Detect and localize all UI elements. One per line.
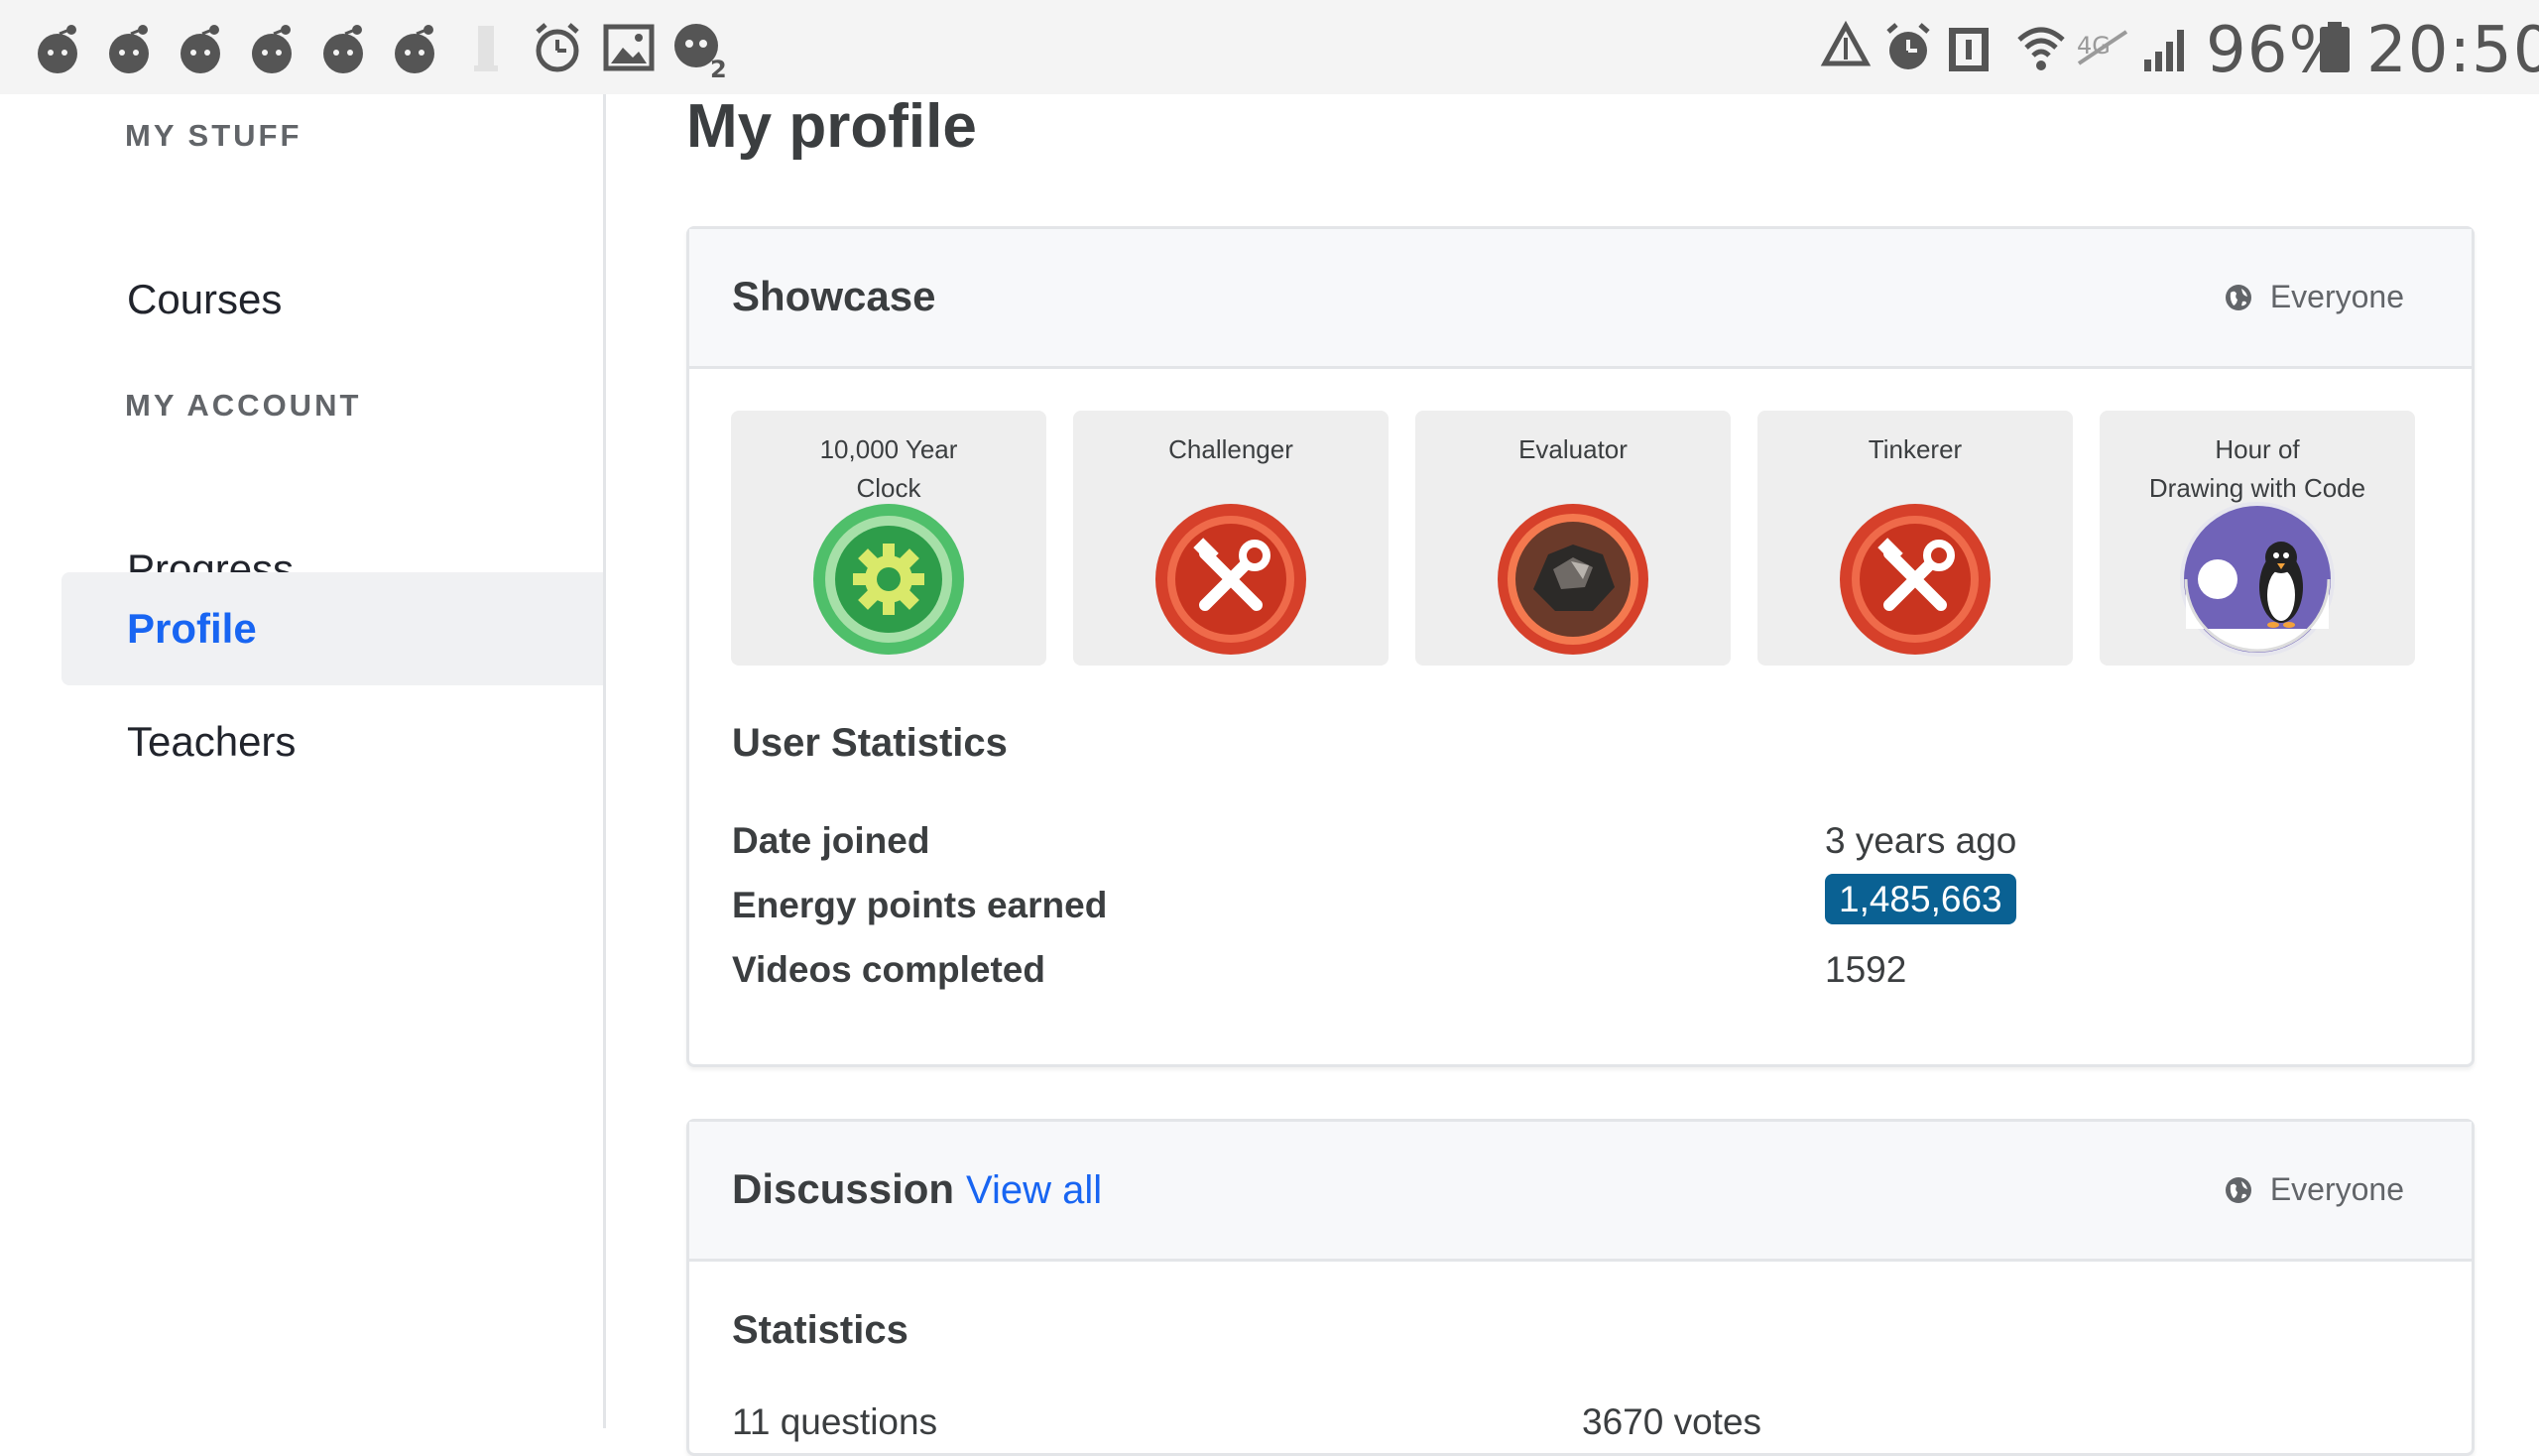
- questions-count: 11 questions: [732, 1401, 938, 1442]
- reddit-icon: [109, 25, 149, 73]
- my-account-heading: MY ACCOUNT: [125, 388, 362, 423]
- discussion-visibility-label: Everyone: [2269, 1171, 2404, 1207]
- view-all-link[interactable]: View all: [966, 1168, 1102, 1213]
- image-icon: [603, 24, 655, 71]
- stat-label-videos-completed: Videos completed: [732, 949, 1045, 990]
- showcase-title: Showcase: [732, 273, 936, 319]
- tools-badge-icon: [1155, 504, 1306, 655]
- rock-badge-icon: [1498, 504, 1648, 655]
- badge-tile[interactable]: Tinkerer: [1757, 411, 2073, 666]
- badge-tile[interactable]: Challenger: [1073, 411, 1389, 666]
- svg-text:2: 2: [710, 56, 727, 79]
- page-title: My profile: [686, 92, 977, 161]
- stat-value-date-joined: 3 years ago: [1825, 820, 2017, 861]
- badge-name: Challenger: [1168, 434, 1293, 464]
- energy-points-badge: 1,485,663: [1825, 874, 2016, 924]
- gear-badge-icon: [813, 504, 964, 655]
- clock-time: 20:50: [2366, 14, 2539, 87]
- tools-badge-icon: [1840, 504, 1991, 655]
- status-bar: 2 4G 96% 20:50: [0, 0, 2539, 94]
- showcase-visibility-label: Everyone: [2269, 279, 2404, 314]
- reddit-icon: [38, 25, 77, 73]
- signal-icon: [2144, 30, 2184, 71]
- tower-icon: [474, 26, 498, 71]
- alarm-icon: [1886, 23, 1930, 69]
- wifi-icon: [2017, 27, 2065, 70]
- badge-tile[interactable]: Hour of Drawing with Code: [2100, 411, 2415, 666]
- badge-name: Hour of Drawing with Code: [2148, 434, 2366, 503]
- stat-value-videos-completed: 1592: [1825, 949, 1907, 990]
- badge-tile[interactable]: 10,000 Year Clock: [731, 411, 1046, 666]
- my-stuff-heading: MY STUFF: [125, 118, 302, 153]
- stat-label-date-joined: Date joined: [732, 820, 930, 861]
- battery-icon: [2320, 22, 2350, 72]
- discussion-card: Discussion View all Everyone Statistics …: [686, 1119, 2475, 1456]
- data-off-icon: 4G: [2077, 30, 2128, 65]
- showcase-card: Showcase Everyone 10,000 Year Clock Chal…: [686, 226, 2475, 1067]
- nfc-icon: [1949, 28, 1989, 71]
- badge-tile[interactable]: Evaluator: [1415, 411, 1731, 666]
- stat-value-energy-points: 1,485,663: [1825, 874, 2016, 924]
- reddit-icon: [395, 25, 434, 73]
- globe-icon: [2225, 284, 2251, 310]
- discussion-header: Discussion View all Everyone: [689, 1122, 2472, 1262]
- user-statistics-title: User Statistics: [732, 721, 1008, 765]
- sidebar: MY STUFF Courses MY ACCOUNT Progress Pro…: [0, 94, 606, 1428]
- reddit-alt-icon: 2: [674, 24, 727, 79]
- reddit-icon: [181, 25, 220, 73]
- reddit-icon: [323, 25, 363, 73]
- sidebar-item-teachers[interactable]: Teachers: [61, 685, 603, 798]
- alarm-icon: [536, 23, 579, 72]
- sidebar-item-profile[interactable]: Profile: [61, 572, 603, 685]
- badge-name: Evaluator: [1518, 434, 1628, 464]
- penguin-badge-icon: [2180, 502, 2335, 657]
- badge-name: 10,000 Year Clock: [819, 434, 958, 503]
- discussion-statistics-title: Statistics: [732, 1308, 908, 1352]
- badge-name: Tinkerer: [1868, 434, 1963, 464]
- reddit-icon: [252, 25, 292, 73]
- discussion-title: Discussion: [732, 1165, 955, 1212]
- votes-count: 3670 votes: [1582, 1401, 1762, 1442]
- globe-icon: [2225, 1176, 2251, 1203]
- showcase-header: Showcase Everyone: [689, 229, 2472, 369]
- showcase-visibility-selector[interactable]: Everyone: [2225, 279, 2404, 315]
- stat-label-energy-points: Energy points earned: [732, 885, 1108, 925]
- recycle-icon: [1820, 20, 1872, 66]
- discussion-visibility-selector[interactable]: Everyone: [2225, 1171, 2404, 1208]
- sidebar-item-courses[interactable]: Courses: [61, 243, 603, 356]
